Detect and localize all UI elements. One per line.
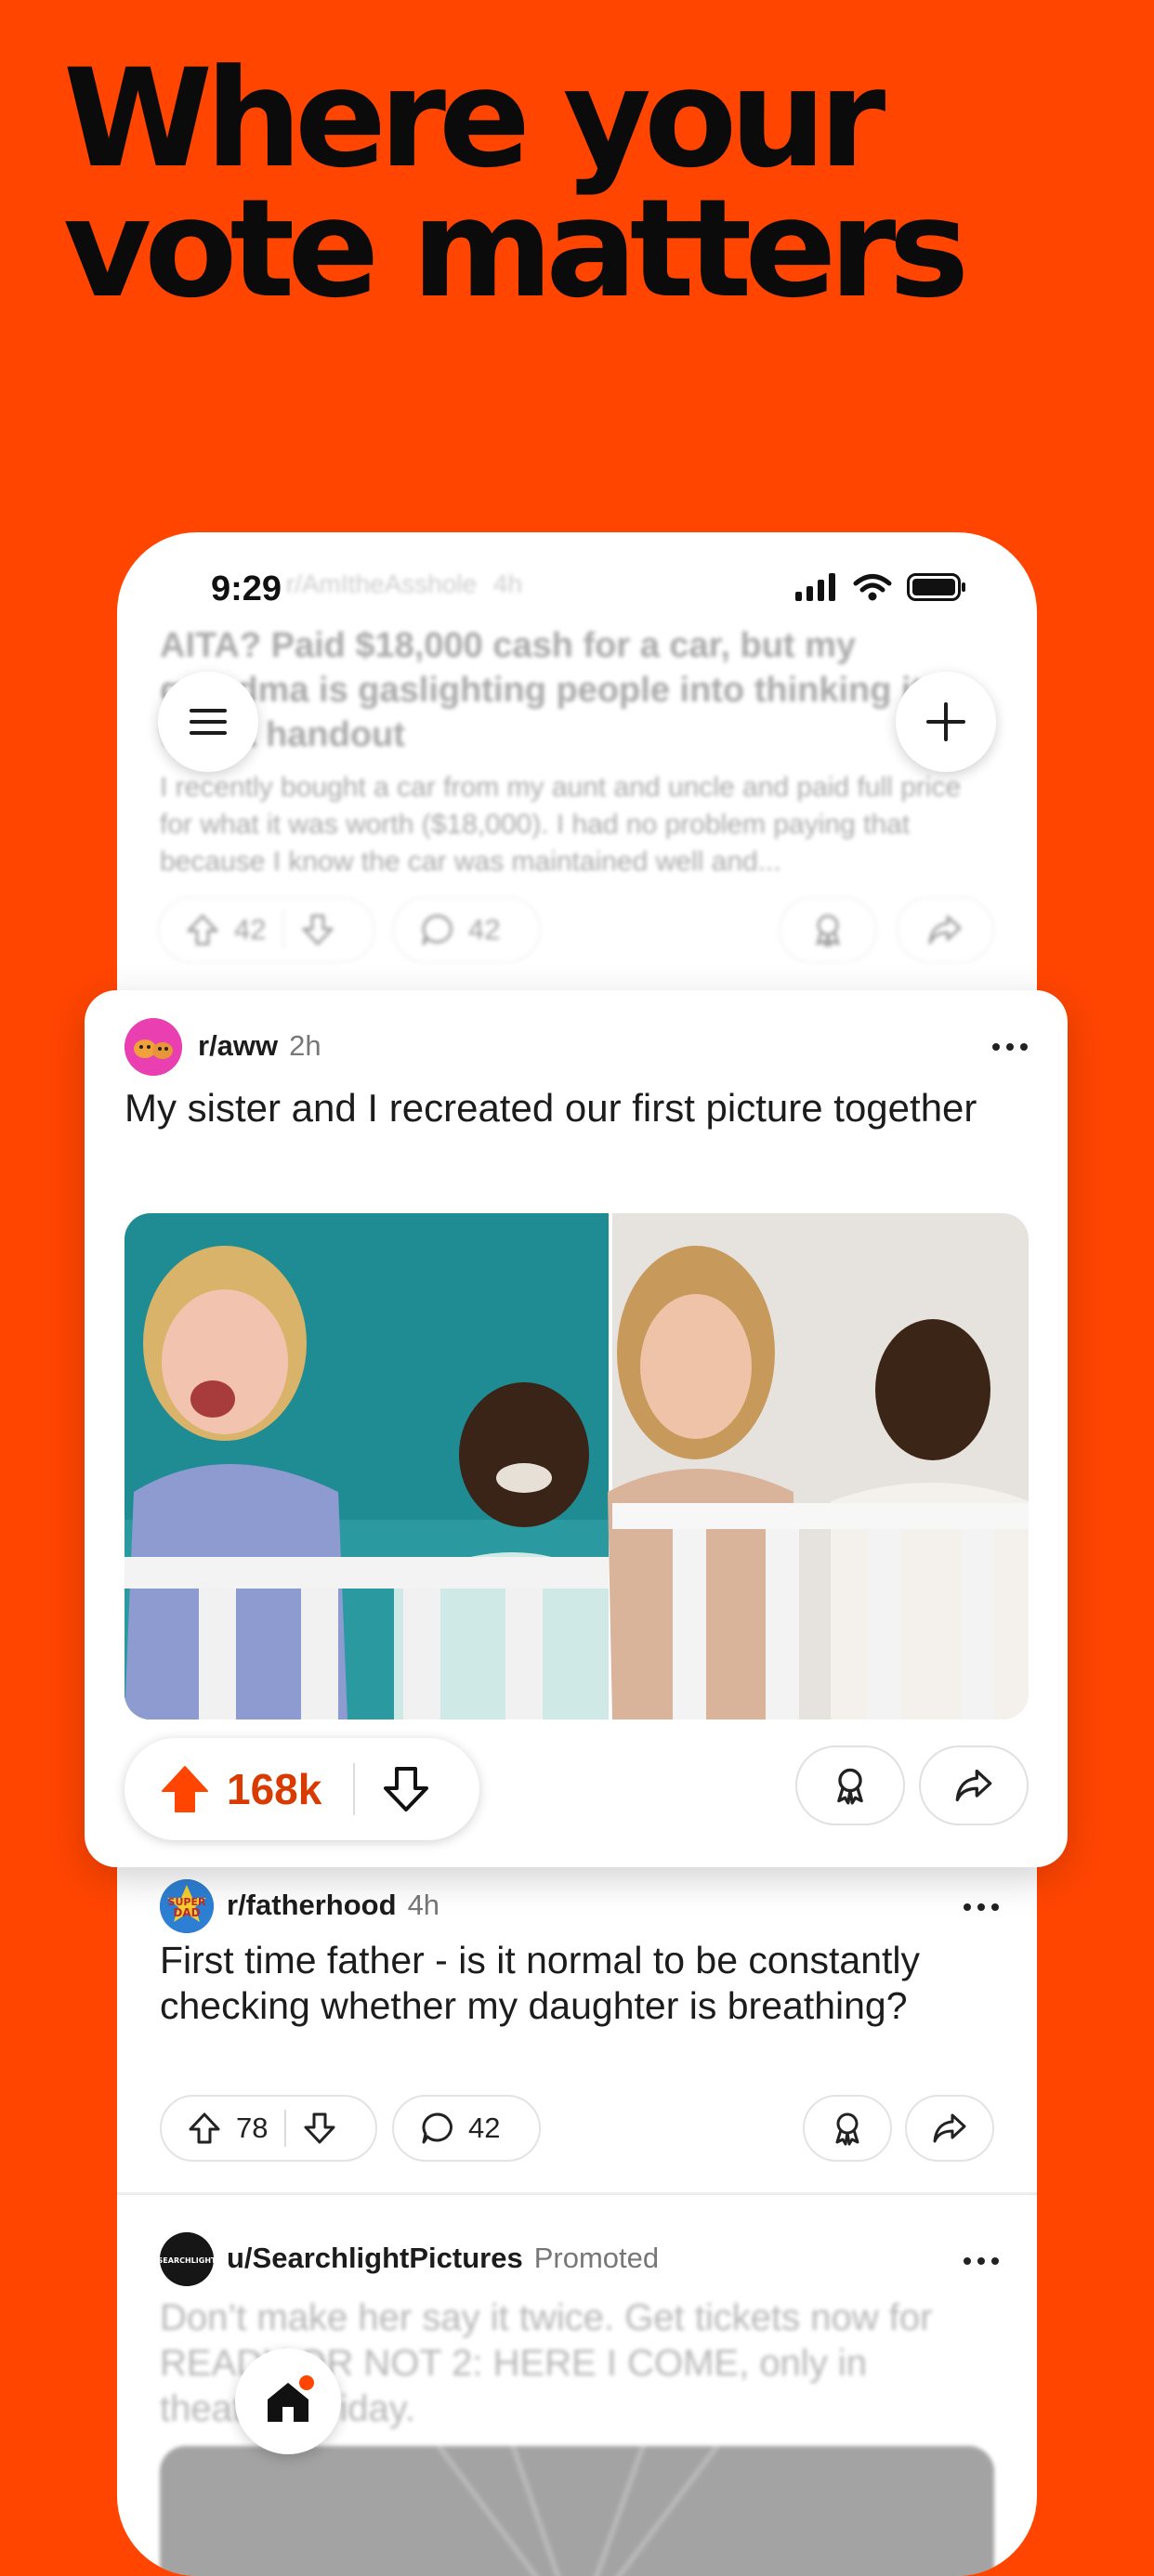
svg-text:DAD: DAD xyxy=(173,1906,200,1919)
wifi-icon xyxy=(853,574,892,601)
marketing-headline: Where your vote matters xyxy=(63,40,1085,328)
svg-text:SEARCHLIGHT: SEARCHLIGHT xyxy=(160,2256,214,2265)
comment-icon xyxy=(422,914,452,946)
promoted-post-image[interactable] xyxy=(160,2446,994,2576)
post-three-vote-pill: 78 xyxy=(160,2095,377,2162)
background-vote-count: 42 xyxy=(234,913,267,946)
background-award-button[interactable] xyxy=(779,896,877,963)
upvote-icon[interactable] xyxy=(186,913,219,947)
featured-vote-pill: 168k xyxy=(125,1738,479,1840)
post-three-comment-pill[interactable]: 42 xyxy=(392,2095,541,2162)
featured-vote-count: 168k xyxy=(227,1765,322,1813)
headline-line-1: Where your xyxy=(63,40,885,198)
post-three-meta: r/fatherhood 4h xyxy=(227,1889,439,1922)
status-time: 9:29 xyxy=(211,569,282,608)
recreated-picture-image xyxy=(125,1213,1029,1720)
downvote-icon[interactable] xyxy=(301,913,334,947)
promoted-post-user[interactable]: u/SearchlightPictures xyxy=(227,2242,523,2274)
upvote-icon[interactable] xyxy=(188,2112,221,2145)
featured-post-subreddit[interactable]: r/aww xyxy=(198,1029,278,1062)
aww-avatar[interactable] xyxy=(125,1018,182,1076)
fatherhood-avatar[interactable]: SUPER DAD xyxy=(160,1879,214,1933)
award-icon xyxy=(837,1768,863,1805)
promoted-tag: Promoted xyxy=(533,2242,660,2274)
promoted-post-more-icon[interactable] xyxy=(963,2256,1000,2266)
signal-icon xyxy=(795,573,835,601)
post-three-title[interactable]: First time father - is it normal to be c… xyxy=(160,1938,996,2029)
background-share-button[interactable] xyxy=(896,896,994,963)
featured-award-button[interactable] xyxy=(795,1746,905,1825)
home-button[interactable] xyxy=(235,2348,341,2454)
status-bar: 9:29 xyxy=(117,532,1037,644)
create-post-button[interactable] xyxy=(896,672,996,772)
headline-line-2: vote matters xyxy=(63,170,969,328)
share-icon xyxy=(928,915,962,945)
home-icon xyxy=(268,2375,314,2422)
award-icon xyxy=(835,2112,859,2146)
share-icon xyxy=(933,2113,966,2143)
featured-post-photo[interactable] xyxy=(125,1213,1029,1720)
featured-post-time: 2h xyxy=(289,1029,321,1062)
featured-post-meta: r/aww 2h xyxy=(198,1029,321,1063)
upvote-filled-icon[interactable] xyxy=(160,1764,210,1814)
featured-post-more-icon[interactable] xyxy=(991,1042,1029,1052)
featured-post-card[interactable]: r/aww 2h My sister and I recreated our fi… xyxy=(85,990,1068,1867)
menu-button[interactable] xyxy=(158,672,258,772)
menu-icon xyxy=(190,709,227,735)
searchlight-logo: SEARCHLIGHT xyxy=(160,2232,214,2286)
post-three-comment-count: 42 xyxy=(468,2112,501,2144)
featured-post-title[interactable]: My sister and I recreated our first pict… xyxy=(125,1085,998,1131)
featured-share-button[interactable] xyxy=(919,1746,1029,1825)
comment-icon xyxy=(422,2112,452,2144)
share-icon xyxy=(955,1769,992,1802)
post-three-time: 4h xyxy=(407,1889,440,1921)
downvote-icon[interactable] xyxy=(383,1766,429,1812)
post-three-more-icon[interactable] xyxy=(963,1903,1000,1912)
post-three-vote-count: 78 xyxy=(236,2112,269,2144)
background-comment-pill[interactable]: 42 xyxy=(392,896,541,963)
super-dad-logo: SUPER DAD xyxy=(160,1879,214,1933)
plus-icon xyxy=(926,702,965,741)
downvote-icon[interactable] xyxy=(303,2112,336,2145)
post-three-share-button[interactable] xyxy=(905,2095,994,2162)
searchlight-avatar[interactable]: SEARCHLIGHT xyxy=(160,2232,214,2286)
promoted-post-meta: u/SearchlightPictures Promoted xyxy=(227,2242,659,2275)
post-three-award-button[interactable] xyxy=(803,2095,892,2162)
background-post-body[interactable]: I recently bought a car from my aunt and… xyxy=(160,769,996,881)
post-separator xyxy=(117,2192,1037,2195)
award-icon xyxy=(816,914,840,948)
background-vote-pill: 42 xyxy=(158,896,375,963)
battery-icon xyxy=(907,573,965,601)
aww-logo xyxy=(125,1018,182,1076)
status-icons xyxy=(795,573,966,601)
post-three-subreddit[interactable]: r/fatherhood xyxy=(227,1889,397,1921)
background-comment-count: 42 xyxy=(468,913,501,946)
